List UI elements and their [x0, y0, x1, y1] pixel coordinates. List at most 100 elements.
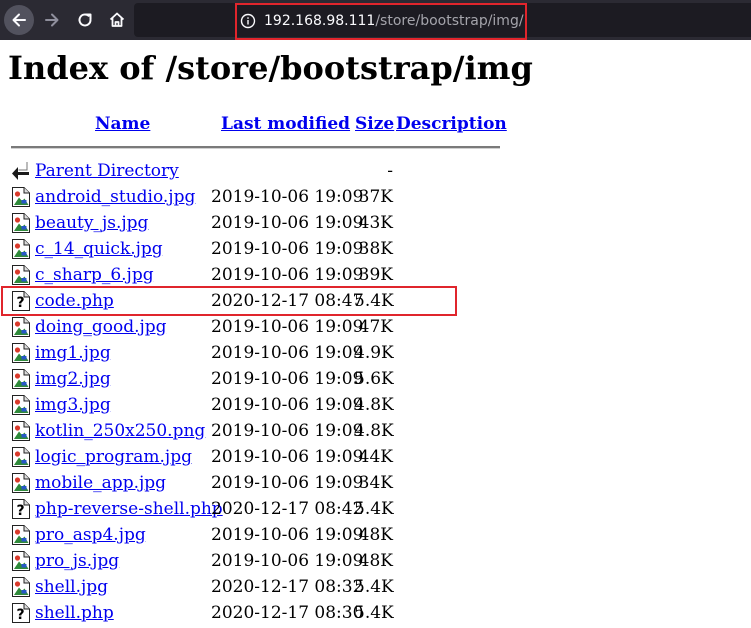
page-title: Index of /store/bootstrap/img	[8, 49, 533, 87]
file-link[interactable]: php-reverse-shell.php	[35, 499, 223, 519]
file-modified: 2019-10-06 19:09	[211, 473, 364, 493]
sort-by-description-link[interactable]: Description	[396, 114, 507, 134]
url-text[interactable]: 192.168.98.111/store/bootstrap/img/	[264, 12, 524, 30]
file-row: pro_js.jpg 2019-10-06 19:09 48K	[0, 548, 751, 574]
file-row: logic_program.jpg 2019-10-06 19:09 44K	[0, 444, 751, 470]
image-file-icon	[11, 186, 31, 208]
unknown-file-icon: ?	[11, 498, 31, 520]
file-link[interactable]: c_sharp_6.jpg	[35, 265, 154, 285]
home-icon	[109, 12, 125, 27]
file-link[interactable]: shell.php	[35, 603, 114, 623]
image-file-icon	[11, 550, 31, 572]
file-size: 34K	[358, 473, 393, 493]
header-divider	[11, 146, 500, 149]
reload-icon	[78, 13, 92, 27]
file-modified: 2019-10-06 19:09	[211, 551, 364, 571]
forward-button[interactable]	[37, 5, 67, 35]
image-file-icon	[11, 264, 31, 286]
svg-text:?: ?	[16, 295, 24, 311]
file-link[interactable]: doing_good.jpg	[35, 317, 167, 337]
file-modified: 2020-12-17 08:32	[211, 577, 364, 597]
image-file-icon	[11, 420, 31, 442]
file-size: 48K	[358, 551, 393, 571]
file-modified: 2019-10-06 19:09	[211, 343, 364, 363]
address-bar[interactable]: 192.168.98.111/store/bootstrap/img/	[134, 3, 751, 37]
file-link[interactable]: pro_asp4.jpg	[35, 525, 146, 545]
file-size: 44K	[358, 447, 393, 467]
file-link[interactable]: img2.jpg	[35, 369, 111, 389]
file-size: 4.8K	[354, 395, 394, 415]
file-link[interactable]: code.php	[35, 291, 114, 311]
file-row: ? code.php 2020-12-17 08:47 5.4K	[0, 288, 751, 314]
file-modified: 2020-12-17 08:47	[211, 291, 364, 311]
file-size: 47K	[358, 317, 393, 337]
info-icon[interactable]	[240, 13, 256, 29]
file-row: img1.jpg 2019-10-06 19:09 4.9K	[0, 340, 751, 366]
forward-arrow-icon	[45, 13, 59, 27]
file-size: 5.6K	[354, 369, 394, 389]
back-button[interactable]	[4, 5, 34, 35]
unknown-file-icon: ?	[11, 602, 31, 624]
image-file-icon	[11, 394, 31, 416]
file-link[interactable]: c_14_quick.jpg	[35, 239, 163, 259]
image-file-icon	[11, 316, 31, 338]
file-size: 43K	[358, 213, 393, 233]
file-link[interactable]: beauty_js.jpg	[35, 213, 148, 233]
file-size: 4.9K	[354, 343, 394, 363]
image-file-icon	[11, 342, 31, 364]
file-row: mobile_app.jpg 2019-10-06 19:09 34K	[0, 470, 751, 496]
sort-by-last-modified-link[interactable]: Last modified	[221, 114, 350, 134]
file-size: 5.4K	[354, 291, 394, 311]
parent-directory-icon	[12, 162, 29, 180]
file-modified: 2019-10-06 19:09	[211, 525, 364, 545]
file-link[interactable]: img1.jpg	[35, 343, 111, 363]
file-link[interactable]: pro_js.jpg	[35, 551, 119, 571]
file-modified: 2019-10-06 19:09	[211, 265, 364, 285]
browser-toolbar: 192.168.98.111/store/bootstrap/img/	[0, 0, 751, 40]
file-link[interactable]: android_studio.jpg	[35, 187, 195, 207]
parent-directory-link[interactable]: Parent Directory	[35, 161, 179, 181]
file-modified: 2019-10-06 19:09	[211, 239, 364, 259]
svg-text:?: ?	[16, 503, 24, 519]
file-modified: 2019-10-06 19:09	[211, 395, 364, 415]
svg-text:?: ?	[16, 607, 24, 623]
image-file-icon	[11, 472, 31, 494]
file-row: img2.jpg 2019-10-06 19:09 5.6K	[0, 366, 751, 392]
file-row: kotlin_250x250.png 2019-10-06 19:09 4.8K	[0, 418, 751, 444]
file-link[interactable]: kotlin_250x250.png	[35, 421, 205, 441]
file-modified: 2019-10-06 19:09	[211, 369, 364, 389]
image-file-icon	[11, 368, 31, 390]
file-size: 5.4K	[354, 577, 394, 597]
image-file-icon	[11, 238, 31, 260]
file-modified: 2019-10-06 19:09	[211, 317, 364, 337]
file-row: ? shell.php 2020-12-17 08:30 5.4K	[0, 600, 751, 626]
url-path: /store/bootstrap/img/	[375, 13, 524, 29]
file-link[interactable]: img3.jpg	[35, 395, 111, 415]
image-file-icon	[11, 524, 31, 546]
file-row: c_sharp_6.jpg 2019-10-06 19:09 39K	[0, 262, 751, 288]
file-row: c_14_quick.jpg 2019-10-06 19:09 38K	[0, 236, 751, 262]
sort-by-name-link[interactable]: Name	[95, 114, 150, 134]
file-size: 5.4K	[354, 499, 394, 519]
url-host: 192.168.98.111	[264, 13, 376, 29]
file-modified: 2019-10-06 19:09	[211, 421, 364, 441]
file-modified: 2019-10-06 19:09	[211, 447, 364, 467]
file-size: 38K	[358, 239, 393, 259]
file-modified: 2020-12-17 08:42	[211, 499, 364, 519]
file-row: beauty_js.jpg 2019-10-06 19:09 43K	[0, 210, 751, 236]
file-modified: 2019-10-06 19:09	[211, 213, 364, 233]
parent-size: -	[387, 161, 393, 181]
image-file-icon	[11, 212, 31, 234]
reload-button[interactable]	[70, 5, 100, 35]
file-link[interactable]: shell.jpg	[35, 577, 108, 597]
image-file-icon	[11, 446, 31, 468]
file-link[interactable]: logic_program.jpg	[35, 447, 192, 467]
unknown-file-icon: ?	[11, 290, 31, 312]
image-file-icon	[11, 576, 31, 598]
file-link[interactable]: mobile_app.jpg	[35, 473, 166, 493]
sort-by-size-link[interactable]: Size	[355, 114, 394, 134]
parent-directory-row: Parent Directory -	[0, 158, 751, 184]
file-row: doing_good.jpg 2019-10-06 19:09 47K	[0, 314, 751, 340]
home-button[interactable]	[102, 5, 132, 35]
file-size: 48K	[358, 525, 393, 545]
